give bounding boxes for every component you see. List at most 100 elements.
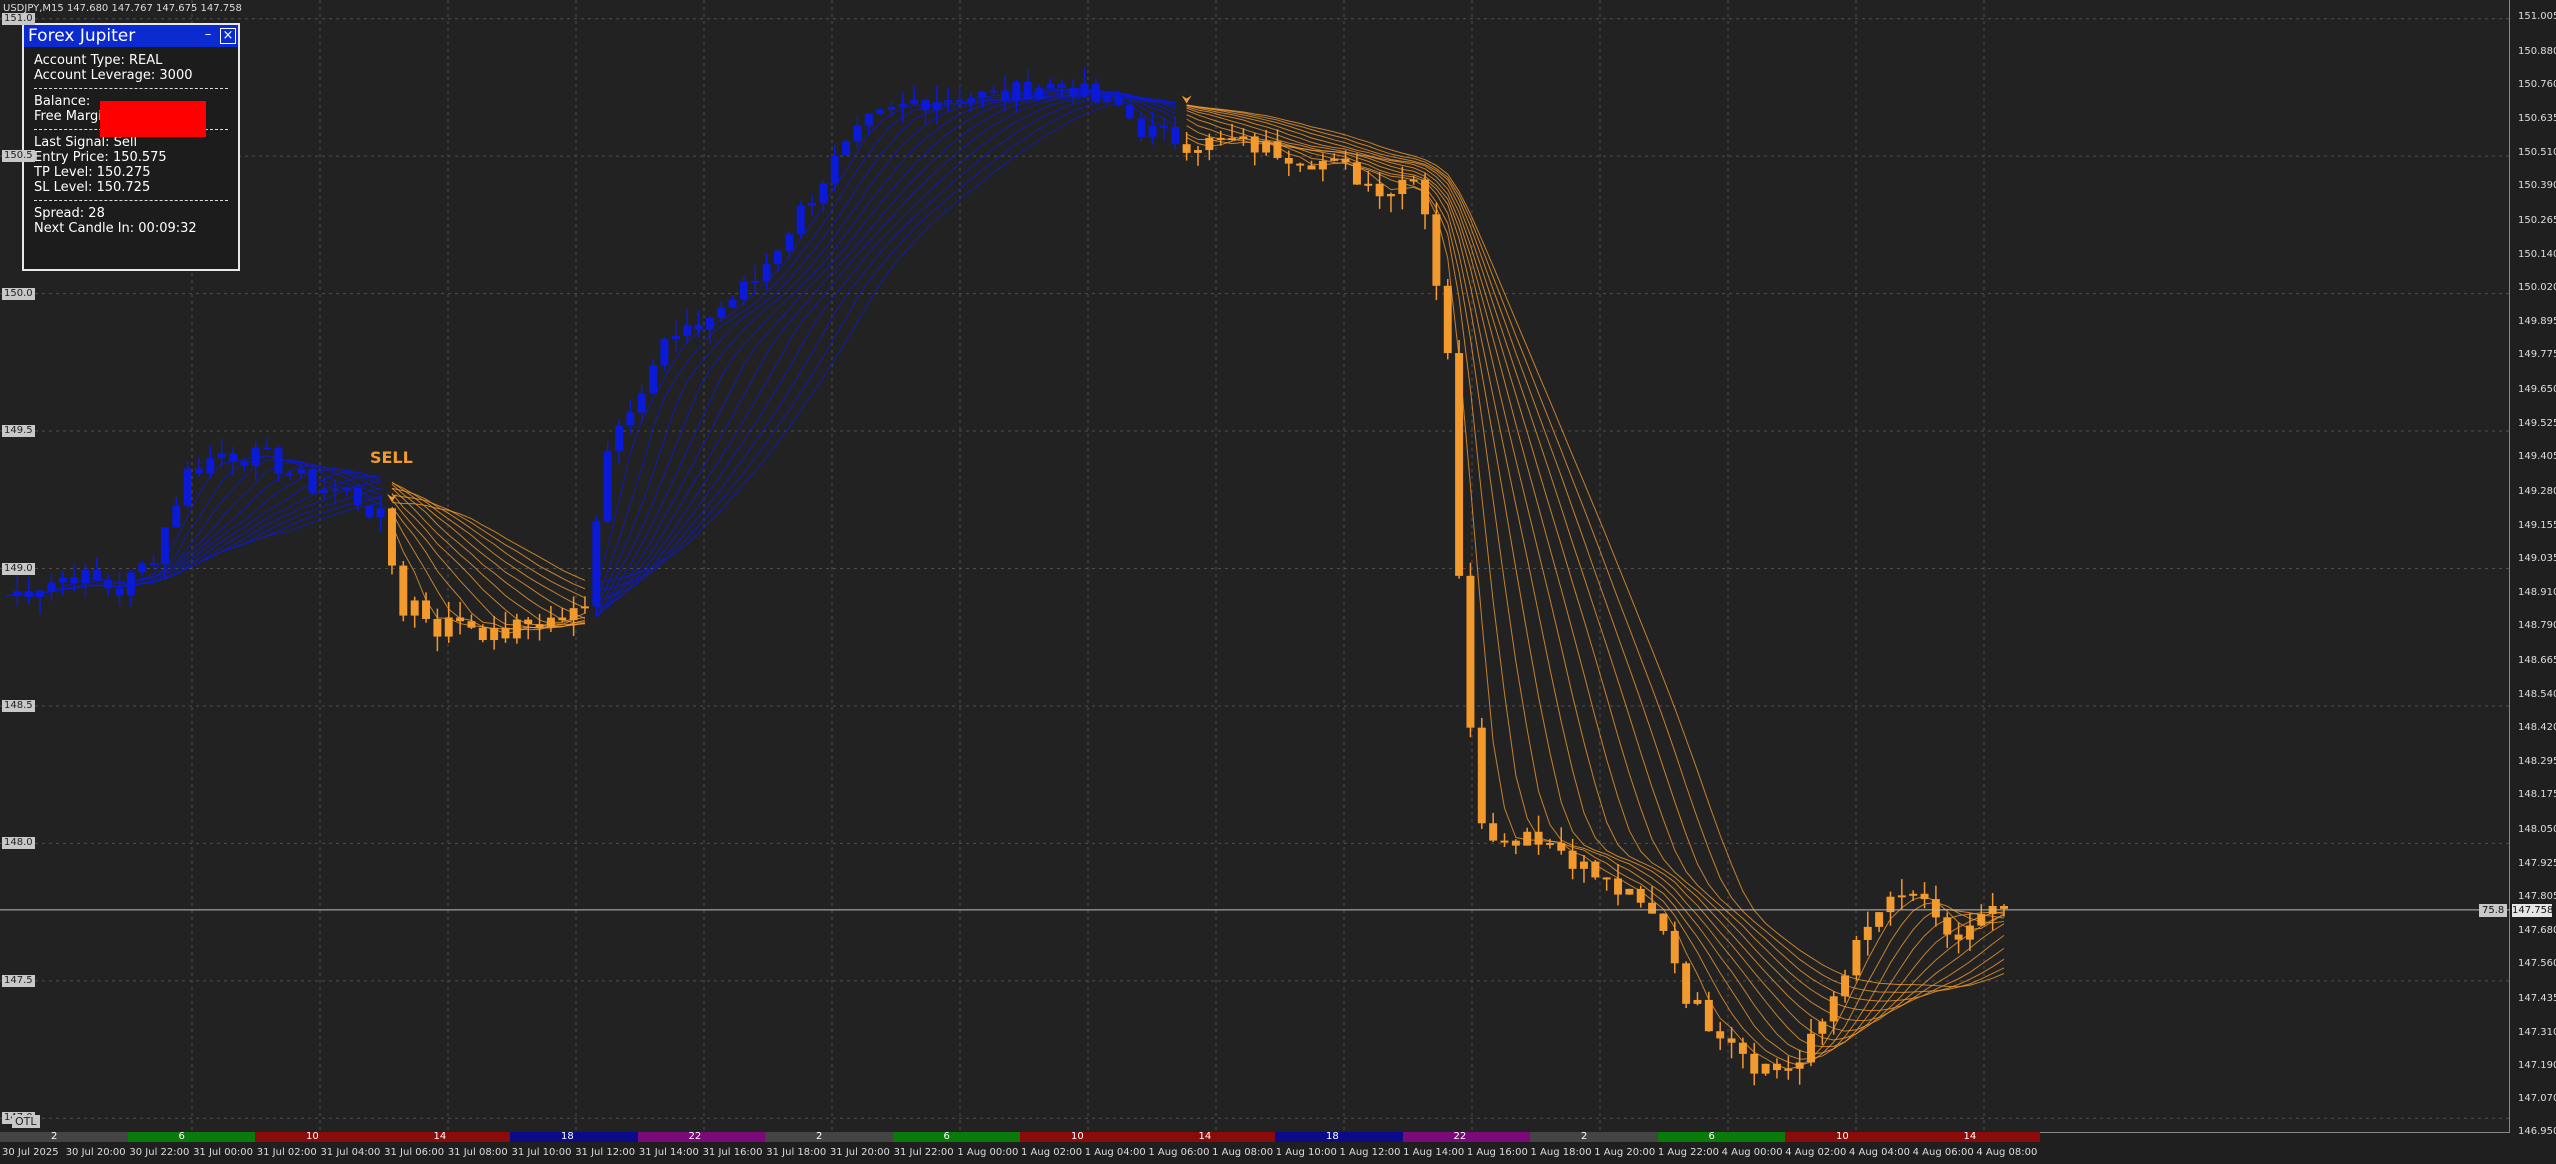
candle-body — [104, 580, 113, 589]
session-segment — [1402, 1132, 1530, 1142]
left-level-tag: 151.0 — [2, 12, 35, 25]
candle-body — [36, 590, 45, 598]
price-tick-label: 148.790 — [2518, 620, 2556, 632]
ribbon-line — [1186, 104, 2005, 988]
close-button[interactable]: × — [220, 28, 236, 44]
panel-title: Forex Jupiter — [28, 26, 136, 46]
candle-body — [138, 563, 147, 573]
ribbon-line — [1186, 104, 2005, 993]
candle-body — [70, 577, 79, 584]
candle-body — [1954, 934, 1963, 940]
current-price-tag: 147.758 — [2512, 903, 2554, 917]
candle-body — [1137, 118, 1146, 137]
chart-area[interactable] — [0, 0, 2510, 1133]
candle-body — [1432, 214, 1441, 286]
candle-body — [1216, 137, 1225, 140]
candle-body — [1035, 87, 1044, 100]
candle-body — [1897, 895, 1906, 898]
price-tick-label: 150.020 — [2518, 282, 2556, 294]
candle-body — [1046, 83, 1055, 88]
time-tick-label: 1 Aug 14:00 — [1403, 1147, 1465, 1158]
divider — [34, 88, 228, 89]
candle-body — [796, 205, 805, 235]
candle-body — [932, 102, 941, 111]
candle-body — [1352, 162, 1361, 185]
price-tick-label: 150.265 — [2518, 214, 2556, 226]
candle-body — [467, 621, 476, 628]
candle-body — [149, 563, 158, 566]
ribbon-line — [391, 499, 586, 629]
candle-body — [739, 281, 748, 300]
forex-jupiter-panel[interactable]: Forex Jupiter – × Account Type: REAL Acc… — [22, 23, 240, 271]
candle-body — [842, 140, 851, 156]
time-tick-label: 30 Jul 2025 — [2, 1147, 59, 1158]
time-tick-label: 31 Jul 14:00 — [638, 1147, 699, 1158]
candle-body — [388, 508, 396, 566]
candle-body — [1511, 840, 1520, 846]
candle-body — [1239, 136, 1248, 139]
candle-body — [1545, 842, 1554, 845]
candle-body — [1602, 877, 1611, 880]
candle-body — [365, 505, 374, 518]
left-level-tag: 150.0 — [2, 287, 35, 300]
candle-body — [13, 590, 22, 597]
tp-level: TP Level: 150.275 — [34, 165, 151, 180]
candle-body — [910, 100, 919, 104]
candle-body — [285, 473, 294, 476]
candle-body — [1318, 160, 1327, 170]
session-hour-label: 10 — [1071, 1131, 1084, 1142]
candle-body — [1262, 141, 1271, 153]
time-tick-label: 1 Aug 20:00 — [1594, 1147, 1656, 1158]
candle-body — [206, 458, 215, 474]
left-level-tag: 149.5 — [2, 425, 35, 438]
ribbon-line — [596, 100, 1176, 583]
price-tick-label: 148.540 — [2518, 688, 2556, 700]
candle-body — [660, 339, 669, 366]
candle-body — [989, 90, 998, 93]
candle-body — [558, 617, 567, 621]
candle-body — [705, 317, 714, 330]
candle-body — [1625, 888, 1634, 895]
candle-body — [1159, 125, 1168, 128]
candle-body — [1614, 878, 1622, 895]
price-tick-label: 149.155 — [2518, 519, 2556, 531]
price-tick-label: 147.925 — [2518, 857, 2556, 869]
session-hour-label: 18 — [561, 1131, 574, 1142]
candle-body — [1852, 939, 1861, 976]
candle-body — [876, 109, 885, 114]
price-tick-label: 148.295 — [2518, 756, 2556, 768]
price-chart[interactable] — [0, 0, 2510, 1133]
candle-body — [1477, 727, 1486, 824]
candle-body — [1807, 1033, 1815, 1063]
candle-body — [1080, 83, 1089, 97]
time-tick-label: 30 Jul 20:00 — [65, 1147, 126, 1158]
ribbon-line — [391, 494, 586, 590]
time-tick-label: 31 Jul 00:00 — [193, 1147, 254, 1158]
candle-body — [512, 619, 521, 639]
candle-body — [1500, 840, 1509, 843]
time-tick-label: 31 Jul 08:00 — [447, 1147, 508, 1158]
panel-title-bar[interactable]: Forex Jupiter – × — [24, 25, 238, 47]
candle-body — [490, 627, 499, 641]
candle-body — [1659, 913, 1668, 931]
candle-body — [1387, 194, 1395, 197]
candle-body — [1818, 1021, 1827, 1034]
candle-body — [501, 627, 510, 639]
time-tick-label: 1 Aug 00:00 — [957, 1147, 1019, 1158]
candle-body — [342, 487, 351, 490]
candle-body — [297, 469, 306, 474]
ribbon-line — [1186, 107, 2005, 1032]
price-tick-label: 147.070 — [2518, 1093, 2556, 1104]
left-level-tag: 149.0 — [2, 562, 35, 575]
candle-body — [887, 106, 896, 110]
price-tick-label: 150.880 — [2518, 45, 2556, 57]
ribbon-line — [1186, 106, 2005, 1022]
candle-body — [263, 447, 272, 450]
session-hour-label: 2 — [51, 1131, 58, 1142]
candle-body — [1931, 899, 1940, 918]
time-tick-label: 31 Jul 22:00 — [893, 1147, 954, 1158]
minimize-button[interactable]: – — [200, 27, 216, 43]
price-tick-label: 149.775 — [2518, 349, 2556, 361]
ribbon-line — [596, 96, 1176, 600]
candle-body — [2000, 906, 2008, 909]
